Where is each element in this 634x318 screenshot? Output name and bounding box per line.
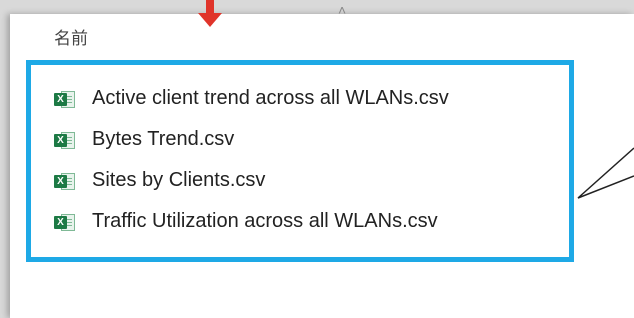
callout-pointer [577,147,634,199]
